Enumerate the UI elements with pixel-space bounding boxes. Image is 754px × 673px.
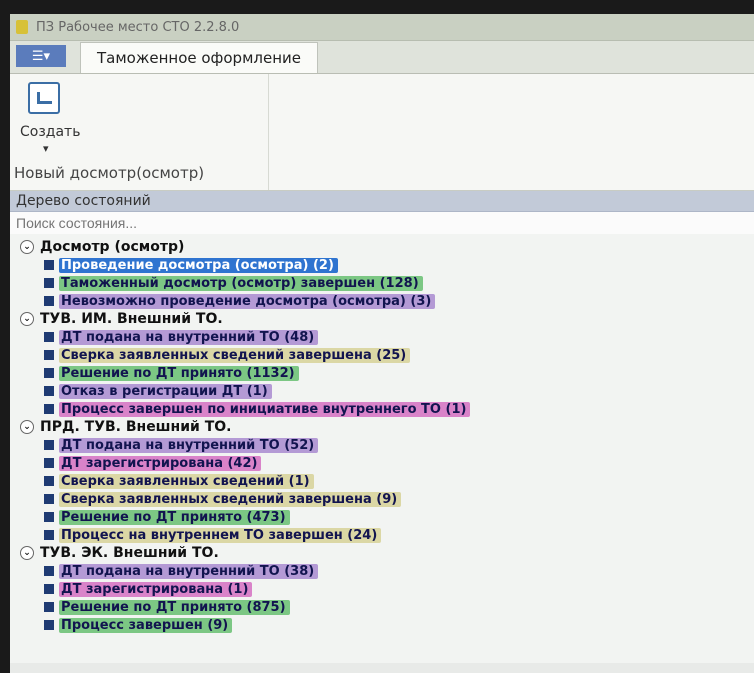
- tree-item-label: ДТ подана на внутренний ТО (52): [59, 437, 319, 453]
- tree-item-label: Решение по ДТ принято (1132): [59, 365, 299, 381]
- state-icon: [44, 332, 54, 342]
- tree-item[interactable]: Решение по ДТ принято (473): [10, 508, 754, 526]
- tree-item-label: Процесс на внутреннем ТО завершен (24): [59, 527, 382, 543]
- tree-item[interactable]: Сверка заявленных сведений (1): [10, 472, 754, 490]
- state-tree: ⌄ Досмотр (осмотр) Проведение досмотра (ос…: [10, 234, 754, 634]
- collapse-icon[interactable]: ⌄: [20, 312, 34, 326]
- tree-item-label: Сверка заявленных сведений (1): [59, 473, 314, 489]
- state-search-input[interactable]: [10, 212, 754, 234]
- tree-item-label: Проведение досмотра (осмотра) (2): [59, 257, 338, 273]
- tree-item[interactable]: Процесс на внутреннем ТО завершен (24): [10, 526, 754, 544]
- ribbon-group-new-inspection: Создать ▾ Новый досмотр(осмотр): [10, 74, 269, 190]
- tree-node[interactable]: ⌄ Досмотр (осмотр): [10, 238, 754, 256]
- tree-item-label: Невозможно проведение досмотра (осмотра)…: [59, 293, 436, 309]
- tree-item[interactable]: ДТ зарегистрирована (42): [10, 454, 754, 472]
- screen-bottom-edge: [10, 663, 754, 673]
- ribbon-tab-bar: ☰▾ Таможенное оформление: [10, 41, 754, 74]
- collapse-icon[interactable]: ⌄: [20, 420, 34, 434]
- window-title: ПЗ Рабочее место СТО 2.2.8.0: [36, 19, 240, 35]
- tree-item-label: Процесс завершен по инициативе внутренне…: [59, 401, 471, 417]
- tree-item[interactable]: Таможенный досмотр (осмотр) завершен (12…: [10, 274, 754, 292]
- tree-item[interactable]: Проведение досмотра (осмотра) (2): [10, 256, 754, 274]
- tree-item-label: ДТ зарегистрирована (1): [59, 581, 253, 597]
- tree-item[interactable]: ДТ подана на внутренний ТО (38): [10, 562, 754, 580]
- tree-item[interactable]: Невозможно проведение досмотра (осмотра)…: [10, 292, 754, 310]
- create-button-label: Создать: [20, 124, 81, 140]
- tree-item[interactable]: ДТ подана на внутренний ТО (52): [10, 436, 754, 454]
- state-icon: [44, 494, 54, 504]
- state-icon: [44, 350, 54, 360]
- tree-node-label: ТУВ. ИМ. Внешний ТО.: [40, 311, 223, 327]
- state-icon: [44, 602, 54, 612]
- tree-item[interactable]: ДТ подана на внутренний ТО (48): [10, 328, 754, 346]
- tree-node-label: ПРД. ТУВ. Внешний ТО.: [40, 419, 232, 435]
- tree-item[interactable]: Процесс завершен по инициативе внутренне…: [10, 400, 754, 418]
- collapse-icon[interactable]: ⌄: [20, 546, 34, 560]
- tree-item-label: Решение по ДТ принято (875): [59, 599, 290, 615]
- chevron-down-icon: ▾: [43, 142, 49, 155]
- ribbon-group-label: Новый досмотр(осмотр): [14, 164, 205, 182]
- tree-node-label: ТУВ. ЭК. Внешний ТО.: [40, 545, 219, 561]
- tree-item-label: Отказ в регистрации ДТ (1): [59, 383, 272, 399]
- title-bar: ПЗ Рабочее место СТО 2.2.8.0: [10, 14, 754, 41]
- tree-item-label: ДТ подана на внутренний ТО (38): [59, 563, 319, 579]
- tree-item-label: Таможенный досмотр (осмотр) завершен (12…: [59, 275, 423, 291]
- create-document-icon: [28, 82, 60, 114]
- app-icon: [16, 20, 28, 34]
- state-icon: [44, 458, 54, 468]
- tree-item[interactable]: Отказ в регистрации ДТ (1): [10, 382, 754, 400]
- collapse-icon[interactable]: ⌄: [20, 240, 34, 254]
- tree-node[interactable]: ⌄ ТУВ. ЭК. Внешний ТО.: [10, 544, 754, 562]
- tree-item[interactable]: Процесс завершен (9): [10, 616, 754, 634]
- tree-item[interactable]: Сверка заявленных сведений завершена (9): [10, 490, 754, 508]
- state-icon: [44, 440, 54, 450]
- tree-item-label: Сверка заявленных сведений завершена (9): [59, 491, 402, 507]
- create-button[interactable]: Создать ▾: [20, 82, 81, 155]
- ribbon-body: Создать ▾ Новый досмотр(осмотр): [10, 74, 754, 191]
- tree-item-label: ДТ зарегистрирована (42): [59, 455, 262, 471]
- tree-node[interactable]: ⌄ ТУВ. ИМ. Внешний ТО.: [10, 310, 754, 328]
- tree-item[interactable]: Сверка заявленных сведений завершена (25…: [10, 346, 754, 364]
- state-icon: [44, 530, 54, 540]
- tree-item-label: ДТ подана на внутренний ТО (48): [59, 329, 319, 345]
- state-icon: [44, 512, 54, 522]
- tab-customs-processing[interactable]: Таможенное оформление: [80, 42, 318, 73]
- tree-item[interactable]: ДТ зарегистрирована (1): [10, 580, 754, 598]
- state-tree-header: Дерево состояний: [10, 191, 754, 212]
- state-icon: [44, 278, 54, 288]
- state-icon: [44, 620, 54, 630]
- state-icon: [44, 260, 54, 270]
- state-icon: [44, 584, 54, 594]
- tree-node-label: Досмотр (осмотр): [40, 239, 185, 255]
- application-window: ПЗ Рабочее место СТО 2.2.8.0 ☰▾ Таможенн…: [10, 14, 754, 673]
- tree-item-label: Процесс завершен (9): [59, 617, 233, 633]
- state-icon: [44, 296, 54, 306]
- state-icon: [44, 566, 54, 576]
- application-menu-button[interactable]: ☰▾: [16, 45, 66, 67]
- tree-item[interactable]: Решение по ДТ принято (1132): [10, 364, 754, 382]
- tree-item[interactable]: Решение по ДТ принято (875): [10, 598, 754, 616]
- state-icon: [44, 476, 54, 486]
- state-icon: [44, 404, 54, 414]
- tree-node[interactable]: ⌄ ПРД. ТУВ. Внешний ТО.: [10, 418, 754, 436]
- tree-item-label: Сверка заявленных сведений завершена (25…: [59, 347, 411, 363]
- state-icon: [44, 386, 54, 396]
- state-icon: [44, 368, 54, 378]
- tree-item-label: Решение по ДТ принято (473): [59, 509, 290, 525]
